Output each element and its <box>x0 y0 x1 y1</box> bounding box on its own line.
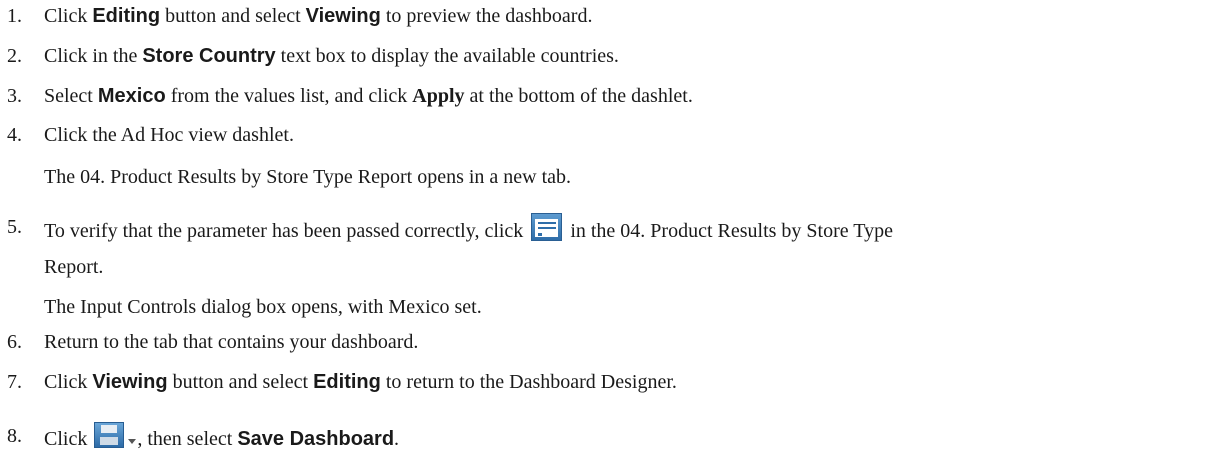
step-text: to return to the Dashboard Designer. <box>380 371 677 393</box>
step-text: button and select <box>167 371 314 393</box>
step-result: The 04. Product Results by Store Type Re… <box>44 166 572 188</box>
step-text: from the values list, and click <box>165 85 413 107</box>
step-text: Click <box>44 371 93 393</box>
step-number: 5. <box>7 216 22 238</box>
step-number: 3. <box>7 85 22 107</box>
step-text: Select <box>44 85 98 107</box>
ui-term-editing: Editing <box>92 5 161 27</box>
chevron-down-icon <box>128 439 137 444</box>
step-text: at the bottom of the dashlet. <box>464 85 693 107</box>
step-text: to preview the dashboard. <box>380 5 593 27</box>
step-number: 4. <box>7 124 22 146</box>
step-text: To verify that the parameter has been pa… <box>44 220 529 242</box>
step-number: 2. <box>7 45 22 67</box>
step-number: 8. <box>7 425 22 447</box>
ui-term-editing: Editing <box>313 371 381 393</box>
ui-term-viewing: Viewing <box>305 5 381 27</box>
instruction-steps: 1. Click Editing button and select Viewi… <box>0 0 1205 462</box>
step-text-continued: Report. <box>44 256 104 278</box>
step-text: Click <box>44 428 93 450</box>
input-controls-icon <box>531 213 563 241</box>
ui-term-apply: Apply <box>412 85 465 107</box>
step-text: in the 04. Product Results by Store Type <box>565 220 893 242</box>
ui-term-mexico: Mexico <box>97 85 166 107</box>
ui-term-store-country: Store Country <box>142 45 276 67</box>
ui-term-viewing: Viewing <box>92 371 168 393</box>
step-text: , then select <box>137 428 238 450</box>
step-number: 6. <box>7 331 22 353</box>
step-text: text box to display the available countr… <box>275 45 619 67</box>
save-icon <box>94 422 125 448</box>
step-result: The Input Controls dialog box opens, wit… <box>44 296 482 318</box>
step-text: Click <box>44 5 93 27</box>
step-text: Click in the <box>44 45 143 67</box>
step-text: Return to the tab that contains your das… <box>44 331 419 353</box>
step-number: 1. <box>7 5 22 27</box>
step-number: 7. <box>7 371 22 393</box>
ui-term-save-dashboard: Save Dashboard <box>237 428 395 450</box>
step-text: button and select <box>160 5 306 27</box>
step-text: . <box>394 428 400 450</box>
step-text: Click the Ad Hoc view dashlet. <box>44 124 294 146</box>
